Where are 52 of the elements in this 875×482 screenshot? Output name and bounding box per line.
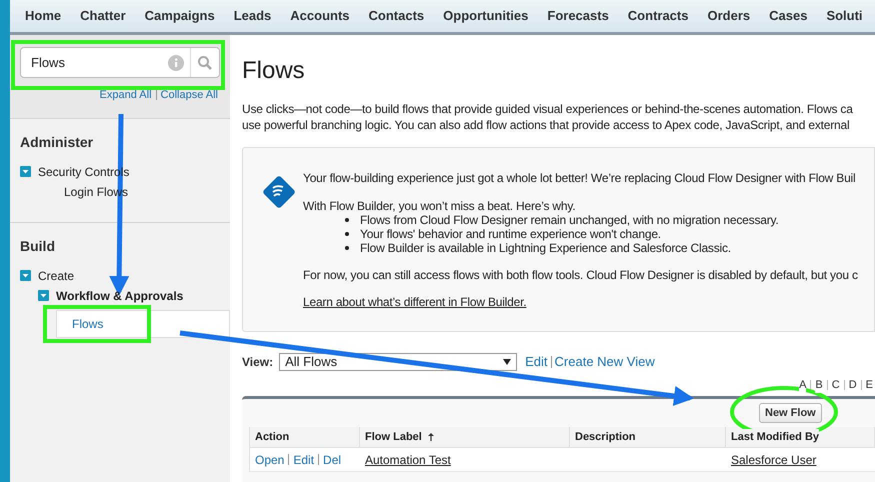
flow-label-link[interactable]: Automation Test	[365, 452, 451, 466]
notice-text: Your flow-building experience just got a whole lot better! We’re replacing Cloud Flow Designer with Flow Buil	[303, 171, 856, 185]
column-header[interactable]: Description	[570, 427, 726, 447]
nav-tab[interactable]: Cases	[769, 6, 808, 26]
search-field[interactable]: Flows	[20, 47, 220, 78]
user-link[interactable]: Salesforce User	[731, 452, 816, 466]
nav-tab[interactable]: Orders	[707, 6, 750, 26]
bullet-text: Flow Builder is available in Lightning Experience and Salesforce Classic.	[360, 241, 731, 255]
new-flow-button[interactable]: New Flow	[759, 403, 822, 423]
dropdown-arrow-icon	[503, 359, 512, 365]
create-view-link[interactable]: Create New View	[554, 352, 655, 372]
collapse-all-link[interactable]: Collapse All	[160, 87, 218, 104]
row-action-link[interactable]: Del	[323, 450, 342, 468]
tree-item[interactable]: Create	[38, 266, 74, 284]
bullet-icon	[345, 218, 349, 222]
column-header[interactable]: Action	[250, 427, 360, 447]
nav-tab[interactable]: Accounts	[290, 6, 350, 26]
notice-text: For now, you can still access flows with both flow tools. Cloud Flow Designer is disabled by default, but you c	[303, 268, 858, 282]
bullet-text: Flows from Cloud Flow Designer remain unchanged, with no migration necessary.	[360, 213, 779, 227]
nav-tab[interactable]: Contracts	[628, 6, 688, 26]
search-value: Flows	[31, 54, 66, 72]
nav-tab[interactable]: Forecasts	[547, 6, 609, 26]
intro-text: Use clicks—not code—to build flows that provide guided visual experiences or behind-the-scenes automation. Flows ca	[242, 101, 854, 117]
expand-all-link[interactable]: Expand All	[100, 87, 152, 104]
nav-tab[interactable]: Soluti	[826, 6, 863, 26]
intro-text: use powerful branching logic. You can also add flow actions that provide access to Apex code, JavaScript, and external	[242, 117, 850, 133]
tree-item[interactable]: Flows	[56, 310, 230, 338]
edit-link[interactable]: Edit	[525, 352, 548, 372]
nav-tab[interactable]: Campaigns	[144, 6, 215, 26]
collapse-toggle-icon[interactable]	[38, 290, 49, 301]
notice-text: With Flow Builder, you won’t miss a beat. Here’s why.	[303, 199, 576, 213]
learn-more-link[interactable]: Learn about what’s different in Flow Builder.	[303, 295, 526, 309]
section-heading: Build	[20, 236, 56, 256]
nav-tab[interactable]: Chatter	[80, 6, 126, 26]
nav-tab[interactable]: Home	[25, 6, 62, 26]
section-heading: Administer	[20, 132, 94, 152]
bullet-text: Your flows' behavior and runtime experience won't change.	[360, 227, 661, 241]
search-icon[interactable]	[197, 54, 213, 70]
info-icon[interactable]	[168, 54, 184, 70]
nav-tab[interactable]: Leads	[234, 6, 272, 26]
view-label: View:	[242, 354, 274, 371]
tree-item[interactable]: Workflow & Approvals	[56, 286, 184, 304]
bullet-icon	[345, 232, 349, 236]
collapse-toggle-icon[interactable]	[20, 270, 31, 281]
row-action-link[interactable]: Open	[255, 450, 284, 468]
nav-tab[interactable]: Contacts	[368, 6, 424, 26]
page-title: Flows	[242, 59, 306, 83]
column-header[interactable]: Flow Label	[360, 427, 570, 447]
collapse-toggle-icon[interactable]	[20, 166, 31, 177]
row-action-link[interactable]: Edit	[293, 450, 314, 468]
bullet-icon	[345, 246, 349, 250]
nav-tab[interactable]: Opportunities	[443, 6, 528, 26]
